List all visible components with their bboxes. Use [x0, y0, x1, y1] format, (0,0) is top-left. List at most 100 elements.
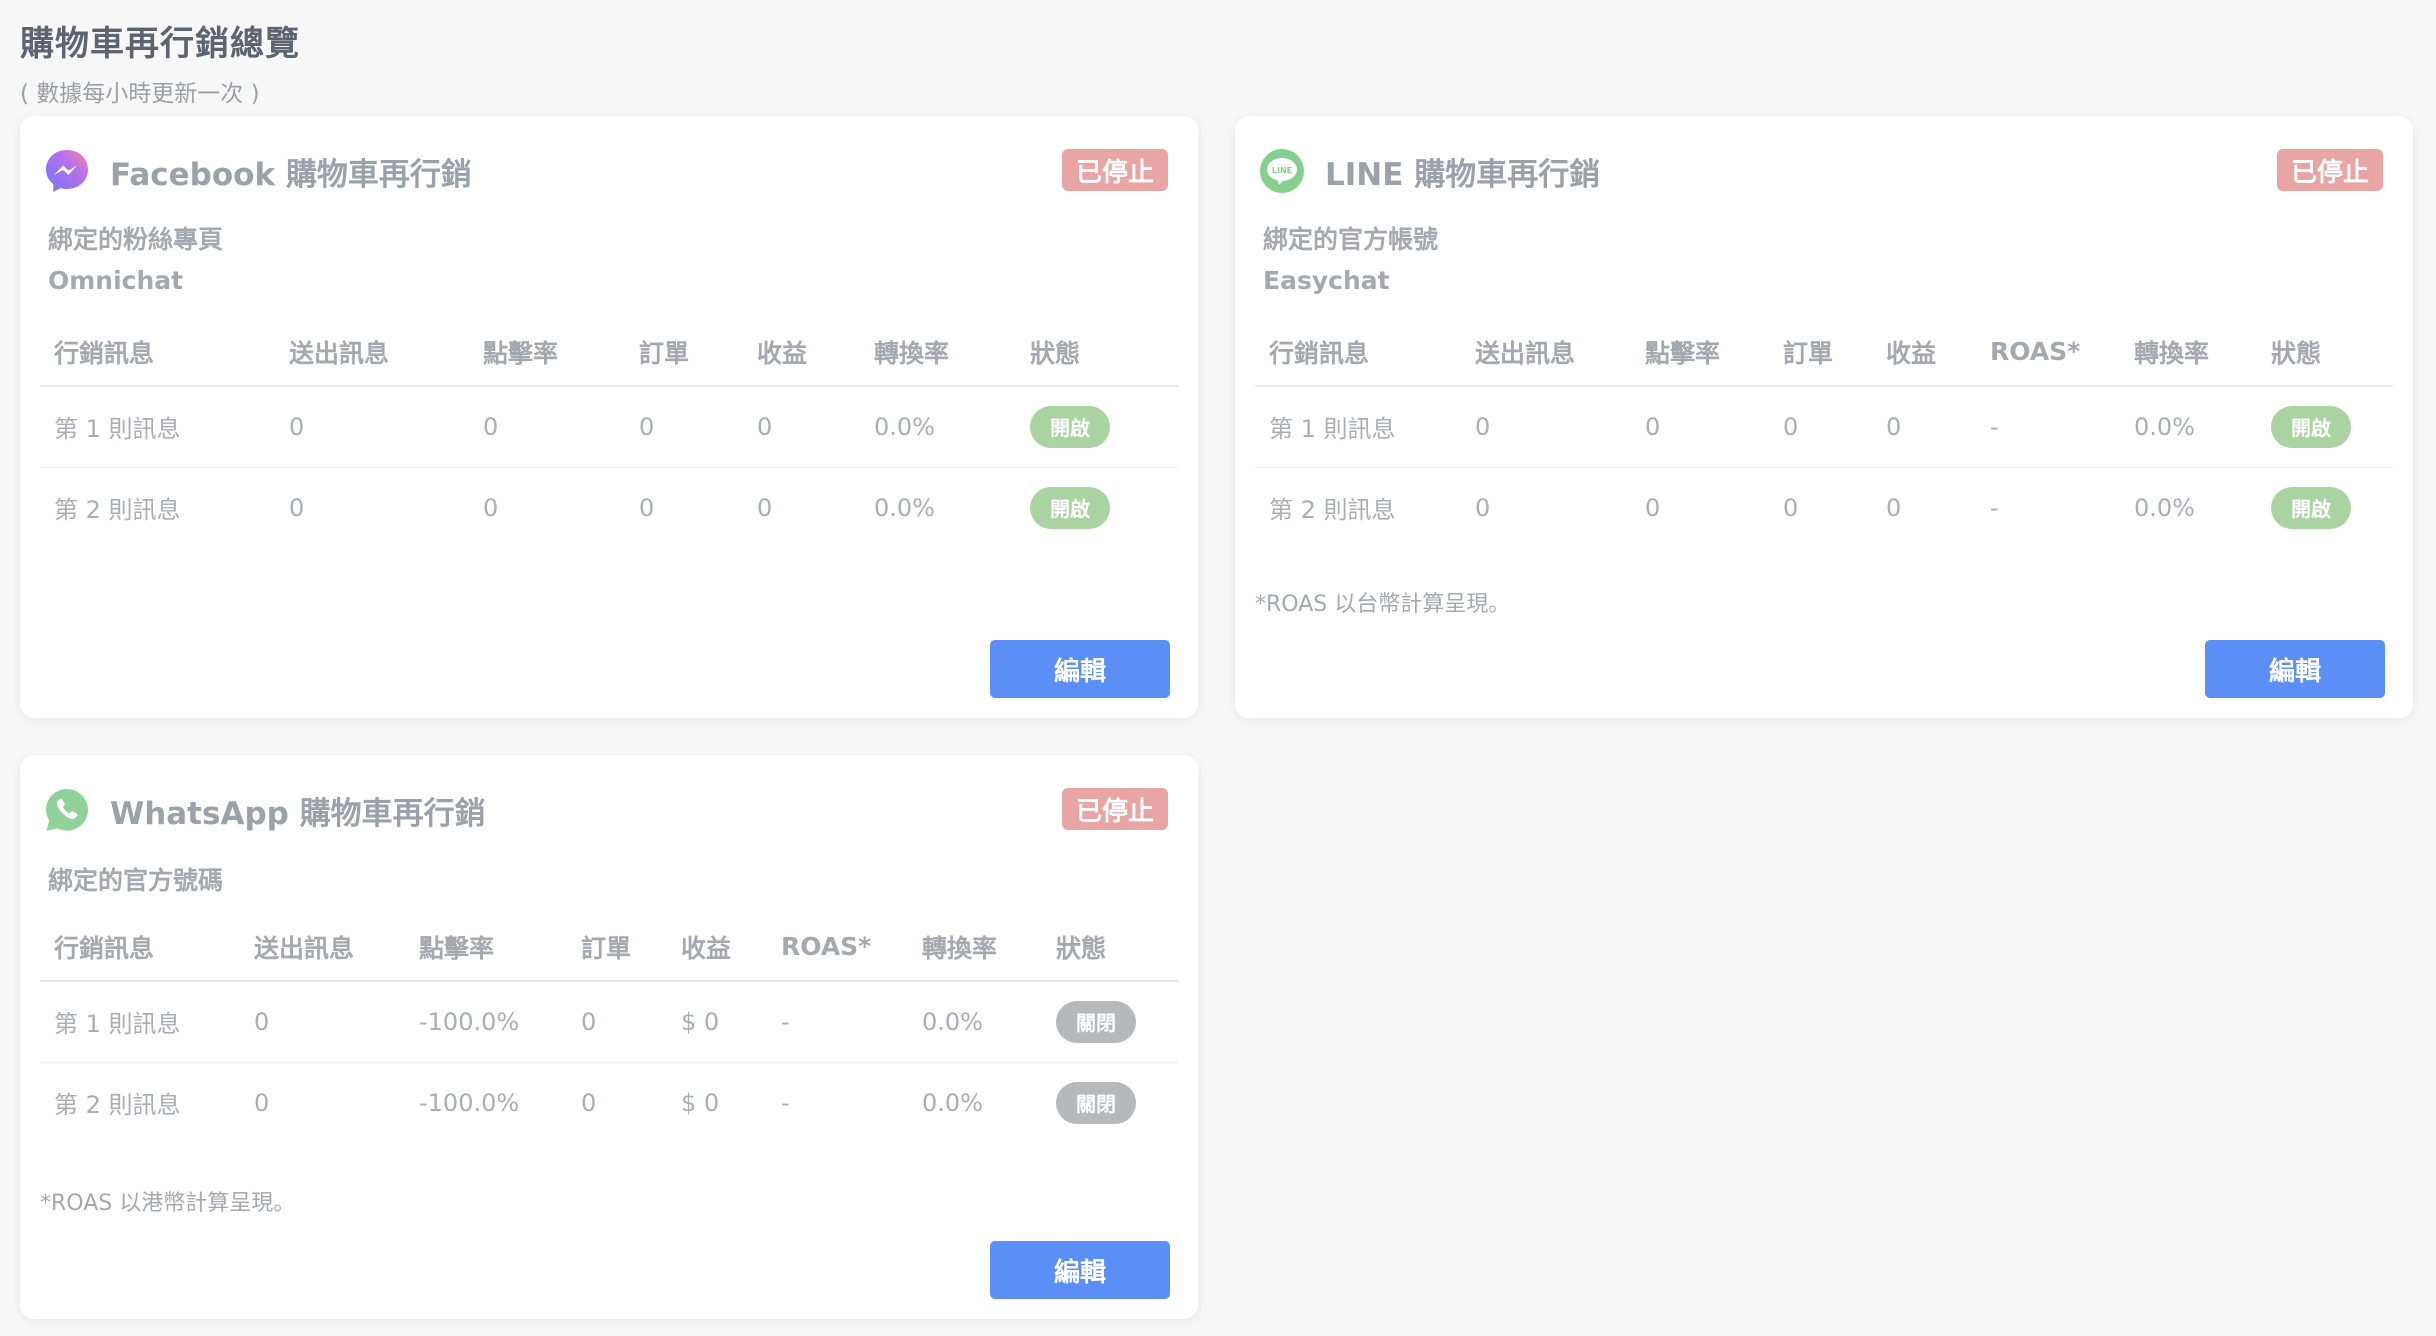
table-header-row: 行銷訊息 送出訊息 點擊率 訂單 收益 ROAS* 轉換率 狀態	[1255, 318, 2393, 387]
sent-count: 0	[1461, 386, 1631, 468]
column-header: 收益	[743, 318, 860, 387]
column-header: 狀態	[1016, 318, 1178, 387]
table-row: 第 1 則訊息 0 0 0 0 0.0% 開啟	[40, 386, 1178, 468]
status-toggle[interactable]: 關閉	[1056, 1000, 1136, 1043]
table-row: 第 1 則訊息 0 0 0 0 - 0.0% 開啟	[1255, 386, 2393, 468]
table-row: 第 2 則訊息 0 -100.0% 0 $ 0 - 0.0% 關閉	[40, 1062, 1178, 1143]
column-header: 點擊率	[469, 318, 625, 387]
orders: 0	[581, 1088, 597, 1117]
bound-page-label: 綁定的粉絲專頁	[48, 225, 224, 254]
sent-count: 0	[240, 981, 405, 1063]
message-name: 第 2 則訊息	[54, 496, 181, 525]
status-badge: 已停止	[1062, 149, 1168, 191]
card-title: Facebook 購物車再行銷	[110, 156, 472, 193]
message-name: 第 1 則訊息	[40, 386, 275, 468]
roas-footnote: *ROAS 以台幣計算呈現。	[1255, 592, 1511, 617]
conversion-rate: 0.0%	[2120, 386, 2257, 468]
click-rate: 0	[483, 493, 499, 522]
page: 購物車再行銷總覽 ( 數據每小時更新一次 ) Facebook 購物車再行銷 已…	[0, 0, 2436, 1336]
table-header-row: 行銷訊息 送出訊息 點擊率 訂單 收益 轉換率 狀態	[40, 318, 1178, 387]
column-header: 行銷訊息	[1255, 318, 1461, 387]
conversion-rate: 0.0%	[860, 386, 1016, 468]
page-title: 購物車再行銷總覽	[20, 24, 300, 64]
conversion-rate: 0.0%	[922, 1088, 983, 1117]
orders: 0	[639, 493, 655, 522]
status-toggle[interactable]: 開啟	[2271, 405, 2351, 448]
click-rate: 0	[1645, 493, 1661, 522]
table-header-row: 行銷訊息 送出訊息 點擊率 訂單 收益 ROAS* 轉換率 狀態	[40, 913, 1178, 982]
sent-count: 0	[1475, 493, 1491, 522]
bound-page-value: Omnichat	[48, 266, 184, 295]
sent-count: 0	[254, 1088, 270, 1117]
revenue: 0	[1872, 386, 1976, 468]
column-header: 訂單	[625, 318, 743, 387]
message-name: 第 1 則訊息	[40, 981, 240, 1063]
status-badge: 已停止	[1062, 788, 1168, 830]
metrics-table: 行銷訊息 送出訊息 點擊率 訂單 收益 ROAS* 轉換率 狀態 第 1 則訊息…	[40, 913, 1178, 1143]
line-icon-text: LINE	[1272, 166, 1292, 175]
column-header: 送出訊息	[1461, 318, 1631, 387]
orders: 0	[567, 981, 667, 1063]
bound-account-value: Easychat	[1263, 266, 1390, 295]
orders: 0	[1783, 493, 1799, 522]
table-row: 第 2 則訊息 0 0 0 0 - 0.0% 開啟	[1255, 467, 2393, 548]
status-toggle[interactable]: 開啟	[1030, 486, 1110, 529]
sent-count: 0	[275, 386, 469, 468]
revenue: 0	[743, 386, 860, 468]
conversion-rate: 0.0%	[874, 493, 935, 522]
column-header: 收益	[667, 913, 767, 982]
column-header: 收益	[1872, 318, 1976, 387]
metrics-table: 行銷訊息 送出訊息 點擊率 訂單 收益 轉換率 狀態 第 1 則訊息 0 0 0…	[40, 318, 1178, 548]
card-title: WhatsApp 購物車再行銷	[110, 795, 486, 832]
column-header: 狀態	[2257, 318, 2393, 387]
column-header: 訂單	[1769, 318, 1872, 387]
message-name: 第 2 則訊息	[54, 1091, 181, 1120]
roas-footnote: *ROAS 以港幣計算呈現。	[40, 1191, 296, 1216]
table-row: 第 2 則訊息 0 0 0 0 0.0% 開啟	[40, 467, 1178, 548]
column-header: 點擊率	[1631, 318, 1769, 387]
whatsapp-icon	[46, 789, 88, 831]
column-header: 訂單	[567, 913, 667, 982]
status-toggle[interactable]: 關閉	[1056, 1081, 1136, 1124]
card-header: Facebook 購物車再行銷	[44, 148, 472, 194]
facebook-retargeting-card: Facebook 購物車再行銷 已停止 綁定的粉絲專頁 Omnichat 行銷訊…	[20, 116, 1198, 718]
column-header: ROAS*	[1976, 318, 2120, 387]
message-name: 第 1 則訊息	[1255, 386, 1461, 468]
bound-number-label: 綁定的官方號碼	[48, 866, 224, 895]
column-header: 點擊率	[405, 913, 567, 982]
status-toggle[interactable]: 開啟	[1030, 405, 1110, 448]
edit-button[interactable]: 編輯	[990, 640, 1170, 698]
column-header: 轉換率	[860, 318, 1016, 387]
conversion-rate: 0.0%	[908, 981, 1042, 1063]
column-header: 行銷訊息	[40, 318, 275, 387]
column-header: 轉換率	[908, 913, 1042, 982]
click-rate: -100.0%	[419, 1088, 520, 1117]
revenue: $ 0	[681, 1088, 720, 1117]
edit-button[interactable]: 編輯	[2205, 640, 2385, 698]
column-header: 送出訊息	[275, 318, 469, 387]
roas: -	[1990, 493, 1999, 522]
roas: -	[1976, 386, 2120, 468]
status-toggle[interactable]: 開啟	[2271, 486, 2351, 529]
orders: 0	[1769, 386, 1872, 468]
status-badge: 已停止	[2277, 149, 2383, 191]
conversion-rate: 0.0%	[2134, 493, 2195, 522]
card-header: LINE LINE 購物車再行銷	[1259, 148, 1600, 194]
click-rate: -100.0%	[405, 981, 567, 1063]
revenue: 0	[1886, 493, 1902, 522]
revenue: 0	[757, 493, 773, 522]
card-header: WhatsApp 購物車再行銷	[44, 787, 486, 833]
sent-count: 0	[289, 493, 305, 522]
orders: 0	[625, 386, 743, 468]
line-retargeting-card: LINE LINE 購物車再行銷 已停止 綁定的官方帳號 Easychat 行銷…	[1235, 116, 2413, 718]
edit-button[interactable]: 編輯	[990, 1241, 1170, 1299]
column-header: ROAS*	[767, 913, 908, 982]
roas: -	[767, 981, 908, 1063]
roas: -	[781, 1088, 790, 1117]
column-header: 送出訊息	[240, 913, 405, 982]
column-header: 轉換率	[2120, 318, 2257, 387]
messenger-icon	[46, 150, 88, 192]
revenue: $ 0	[667, 981, 767, 1063]
message-name: 第 2 則訊息	[1269, 496, 1396, 525]
click-rate: 0	[1631, 386, 1769, 468]
